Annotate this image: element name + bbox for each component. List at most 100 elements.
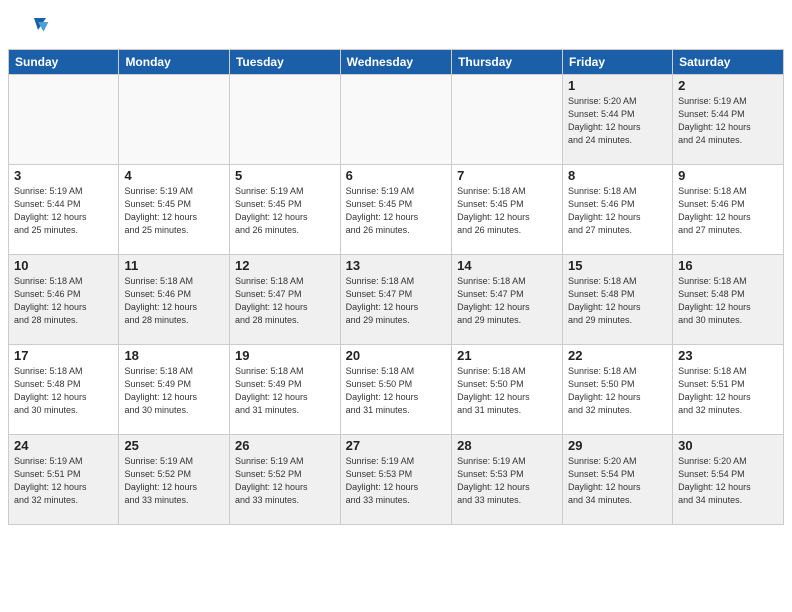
day-info: Sunrise: 5:18 AMSunset: 5:47 PMDaylight:… — [346, 275, 446, 327]
calendar-day-cell: 22Sunrise: 5:18 AMSunset: 5:50 PMDayligh… — [563, 345, 673, 435]
day-info: Sunrise: 5:18 AMSunset: 5:50 PMDaylight:… — [346, 365, 446, 417]
day-number: 27 — [346, 438, 446, 453]
calendar-day-cell — [9, 75, 119, 165]
calendar-body: 1 Sunrise: 5:20 AMSunset: 5:44 PMDaylight… — [9, 75, 784, 525]
calendar-day-cell: 17 Sunrise: 5:18 AMSunset: 5:48 PMDayligh… — [9, 345, 119, 435]
page-header — [8, 4, 784, 49]
calendar-day-cell: 16Sunrise: 5:18 AMSunset: 5:48 PMDayligh… — [673, 255, 784, 345]
calendar-day-cell: 2 Sunrise: 5:19 AMSunset: 5:44 PMDaylight… — [673, 75, 784, 165]
calendar-day-cell: 14 Sunrise: 5:18 AMSunset: 5:47 PMDayligh… — [452, 255, 563, 345]
day-info: Sunrise: 5:18 AMSunset: 5:51 PMDaylight:… — [678, 365, 778, 417]
day-info: Sunrise: 5:18 AMSunset: 5:46 PMDaylight:… — [568, 185, 667, 237]
calendar-day-header: Sunday — [9, 50, 119, 75]
day-info: Sunrise: 5:19 AMSunset: 5:53 PMDaylight:… — [346, 455, 446, 507]
calendar-day-cell: 9 Sunrise: 5:18 AMSunset: 5:46 PMDaylight… — [673, 165, 784, 255]
day-info: Sunrise: 5:18 AMSunset: 5:49 PMDaylight:… — [124, 365, 224, 417]
calendar-header-row: SundayMondayTuesdayWednesdayThursdayFrid… — [9, 50, 784, 75]
day-info: Sunrise: 5:19 AMSunset: 5:52 PMDaylight:… — [235, 455, 335, 507]
day-number: 9 — [678, 168, 778, 183]
calendar-day-cell: 15 Sunrise: 5:18 AMSunset: 5:48 PMDayligh… — [563, 255, 673, 345]
day-info: Sunrise: 5:18 AMSunset: 5:50 PMDaylight:… — [457, 365, 557, 417]
logo — [24, 14, 50, 43]
calendar-day-cell: 26 Sunrise: 5:19 AMSunset: 5:52 PMDayligh… — [229, 435, 340, 525]
day-info: Sunrise: 5:18 AMSunset: 5:47 PMDaylight:… — [235, 275, 335, 327]
day-info: Sunrise: 5:20 AMSunset: 5:44 PMDaylight:… — [568, 95, 667, 147]
calendar-day-cell: 27 Sunrise: 5:19 AMSunset: 5:53 PMDayligh… — [340, 435, 451, 525]
calendar-day-header: Monday — [119, 50, 230, 75]
calendar-day-cell: 20 Sunrise: 5:18 AMSunset: 5:50 PMDayligh… — [340, 345, 451, 435]
day-number: 2 — [678, 78, 778, 93]
calendar-week-row: 10Sunrise: 5:18 AMSunset: 5:46 PMDayligh… — [9, 255, 784, 345]
day-number: 15 — [568, 258, 667, 273]
calendar-day-header: Friday — [563, 50, 673, 75]
calendar-day-cell: 10Sunrise: 5:18 AMSunset: 5:46 PMDayligh… — [9, 255, 119, 345]
day-info: Sunrise: 5:19 AMSunset: 5:45 PMDaylight:… — [346, 185, 446, 237]
day-number: 7 — [457, 168, 557, 183]
day-number: 26 — [235, 438, 335, 453]
day-info: Sunrise: 5:18 AMSunset: 5:46 PMDaylight:… — [678, 185, 778, 237]
day-info: Sunrise: 5:19 AMSunset: 5:44 PMDaylight:… — [14, 185, 113, 237]
calendar-day-cell — [119, 75, 230, 165]
day-number: 1 — [568, 78, 667, 93]
day-info: Sunrise: 5:18 AMSunset: 5:46 PMDaylight:… — [124, 275, 224, 327]
calendar-day-cell: 24 Sunrise: 5:19 AMSunset: 5:51 PMDayligh… — [9, 435, 119, 525]
calendar-day-header: Wednesday — [340, 50, 451, 75]
calendar-day-cell: 13 Sunrise: 5:18 AMSunset: 5:47 PMDayligh… — [340, 255, 451, 345]
calendar-day-cell: 1 Sunrise: 5:20 AMSunset: 5:44 PMDaylight… — [563, 75, 673, 165]
calendar-week-row: 1 Sunrise: 5:20 AMSunset: 5:44 PMDaylight… — [9, 75, 784, 165]
day-info: Sunrise: 5:19 AMSunset: 5:52 PMDaylight:… — [124, 455, 224, 507]
day-number: 20 — [346, 348, 446, 363]
calendar-day-cell: 7Sunrise: 5:18 AMSunset: 5:45 PMDaylight… — [452, 165, 563, 255]
calendar-day-cell: 5Sunrise: 5:19 AMSunset: 5:45 PMDaylight… — [229, 165, 340, 255]
calendar-table: SundayMondayTuesdayWednesdayThursdayFrid… — [8, 49, 784, 525]
calendar-day-cell: 23 Sunrise: 5:18 AMSunset: 5:51 PMDayligh… — [673, 345, 784, 435]
calendar-day-cell — [452, 75, 563, 165]
day-number: 13 — [346, 258, 446, 273]
day-number: 28 — [457, 438, 557, 453]
day-number: 17 — [14, 348, 113, 363]
calendar-day-cell — [229, 75, 340, 165]
calendar-day-cell: 21Sunrise: 5:18 AMSunset: 5:50 PMDayligh… — [452, 345, 563, 435]
calendar-day-cell: 30 Sunrise: 5:20 AMSunset: 5:54 PMDayligh… — [673, 435, 784, 525]
calendar-day-cell: 4 Sunrise: 5:19 AMSunset: 5:45 PMDaylight… — [119, 165, 230, 255]
calendar-day-cell: 25 Sunrise: 5:19 AMSunset: 5:52 PMDayligh… — [119, 435, 230, 525]
logo-icon — [26, 14, 50, 38]
day-info: Sunrise: 5:18 AMSunset: 5:47 PMDaylight:… — [457, 275, 557, 327]
day-info: Sunrise: 5:19 AMSunset: 5:53 PMDaylight:… — [457, 455, 557, 507]
day-info: Sunrise: 5:19 AMSunset: 5:45 PMDaylight:… — [124, 185, 224, 237]
day-number: 29 — [568, 438, 667, 453]
day-info: Sunrise: 5:19 AMSunset: 5:45 PMDaylight:… — [235, 185, 335, 237]
calendar-day-cell: 29 Sunrise: 5:20 AMSunset: 5:54 PMDayligh… — [563, 435, 673, 525]
calendar-day-cell: 18Sunrise: 5:18 AMSunset: 5:49 PMDayligh… — [119, 345, 230, 435]
day-number: 19 — [235, 348, 335, 363]
calendar-day-cell: 28 Sunrise: 5:19 AMSunset: 5:53 PMDayligh… — [452, 435, 563, 525]
day-info: Sunrise: 5:18 AMSunset: 5:48 PMDaylight:… — [14, 365, 113, 417]
day-info: Sunrise: 5:18 AMSunset: 5:48 PMDaylight:… — [568, 275, 667, 327]
calendar-day-cell: 3 Sunrise: 5:19 AMSunset: 5:44 PMDaylight… — [9, 165, 119, 255]
day-number: 4 — [124, 168, 224, 183]
calendar-week-row: 24 Sunrise: 5:19 AMSunset: 5:51 PMDayligh… — [9, 435, 784, 525]
day-number: 30 — [678, 438, 778, 453]
day-number: 25 — [124, 438, 224, 453]
day-number: 24 — [14, 438, 113, 453]
day-number: 22 — [568, 348, 667, 363]
day-number: 8 — [568, 168, 667, 183]
day-number: 11 — [124, 258, 224, 273]
calendar-day-cell: 11 Sunrise: 5:18 AMSunset: 5:46 PMDayligh… — [119, 255, 230, 345]
day-number: 3 — [14, 168, 113, 183]
day-info: Sunrise: 5:20 AMSunset: 5:54 PMDaylight:… — [568, 455, 667, 507]
calendar-day-cell: 6 Sunrise: 5:19 AMSunset: 5:45 PMDaylight… — [340, 165, 451, 255]
day-info: Sunrise: 5:19 AMSunset: 5:51 PMDaylight:… — [14, 455, 113, 507]
calendar-day-cell: 12Sunrise: 5:18 AMSunset: 5:47 PMDayligh… — [229, 255, 340, 345]
calendar-day-header: Tuesday — [229, 50, 340, 75]
calendar-day-cell: 8 Sunrise: 5:18 AMSunset: 5:46 PMDaylight… — [563, 165, 673, 255]
calendar-day-header: Saturday — [673, 50, 784, 75]
day-info: Sunrise: 5:20 AMSunset: 5:54 PMDaylight:… — [678, 455, 778, 507]
day-number: 23 — [678, 348, 778, 363]
day-number: 14 — [457, 258, 557, 273]
calendar-day-header: Thursday — [452, 50, 563, 75]
day-number: 6 — [346, 168, 446, 183]
day-info: Sunrise: 5:19 AMSunset: 5:44 PMDaylight:… — [678, 95, 778, 147]
day-number: 16 — [678, 258, 778, 273]
day-info: Sunrise: 5:18 AMSunset: 5:46 PMDaylight:… — [14, 275, 113, 327]
